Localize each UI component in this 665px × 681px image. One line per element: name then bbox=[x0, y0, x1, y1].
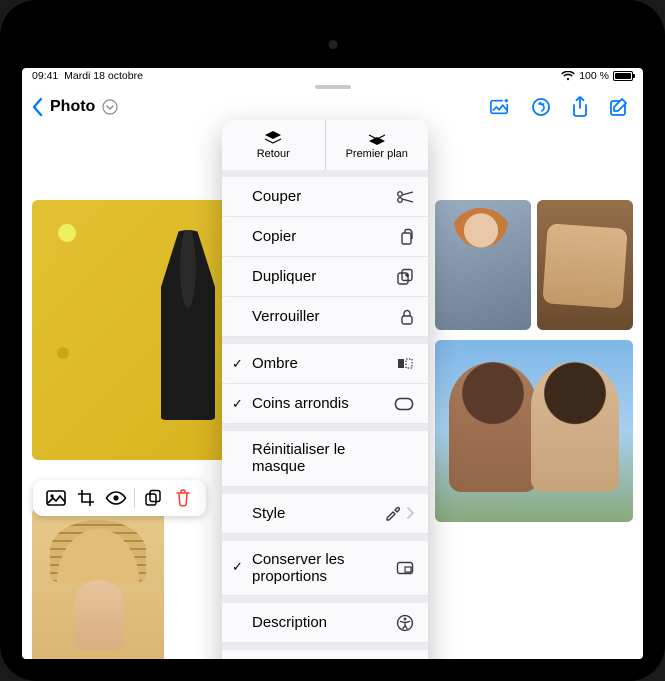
nav-left: Photo bbox=[30, 97, 118, 117]
copy-icon bbox=[144, 489, 162, 507]
photo-straw-hat[interactable] bbox=[32, 508, 164, 659]
menu-duplicate-label: Dupliquer bbox=[252, 268, 316, 285]
photo-two-friends[interactable] bbox=[435, 340, 633, 522]
menu-group-separator bbox=[222, 487, 428, 494]
crop-icon bbox=[77, 489, 95, 507]
menu-shadow[interactable]: ✓ Ombre bbox=[222, 344, 428, 384]
selection-toolbar bbox=[33, 480, 206, 516]
device-camera bbox=[328, 40, 337, 49]
title-dropdown-button[interactable] bbox=[102, 99, 118, 115]
checkmark-icon: ✓ bbox=[232, 396, 243, 412]
undo-button[interactable] bbox=[531, 97, 551, 117]
crop-button[interactable] bbox=[71, 486, 101, 510]
app-screen: 09:41 Mardi 18 octobre 100 % Photo bbox=[22, 68, 643, 659]
shadow-icon bbox=[396, 357, 414, 371]
menu-style-label: Style bbox=[252, 505, 285, 522]
menu-rounded-corners[interactable]: ✓ Coins arrondis bbox=[222, 384, 428, 424]
nav-right bbox=[489, 96, 635, 118]
send-backward-label: Retour bbox=[257, 148, 290, 160]
bring-forward-button[interactable]: Premier plan bbox=[326, 120, 429, 170]
menu-constrain-proportions-label: Conserver les proportions bbox=[252, 551, 372, 586]
status-left: 09:41 Mardi 18 octobre bbox=[32, 70, 143, 82]
photo-yellow-wall[interactable] bbox=[32, 200, 232, 460]
aspect-ratio-icon bbox=[396, 561, 414, 575]
insert-media-button[interactable] bbox=[489, 97, 511, 117]
toolbar-separator bbox=[134, 488, 135, 508]
menu-lock[interactable]: Verrouiller bbox=[222, 297, 428, 337]
menu-cut[interactable]: Couper bbox=[222, 177, 428, 217]
status-time: 09:41 bbox=[32, 70, 58, 82]
status-right: 100 % bbox=[561, 70, 633, 82]
photo-add-icon bbox=[489, 97, 511, 117]
document-canvas[interactable]: Retour Premier plan Couper Copier bbox=[22, 126, 643, 659]
preview-button[interactable] bbox=[101, 486, 131, 510]
accessibility-icon bbox=[396, 614, 414, 632]
status-battery-pct: 100 % bbox=[579, 70, 609, 82]
send-backward-button[interactable]: Retour bbox=[222, 120, 326, 170]
menu-group-separator bbox=[222, 534, 428, 541]
menu-lock-label: Verrouiller bbox=[252, 308, 320, 325]
undo-icon bbox=[531, 97, 551, 117]
menu-rounded-corners-label: Coins arrondis bbox=[252, 395, 349, 412]
layers-back-icon bbox=[263, 130, 283, 146]
menu-cut-label: Couper bbox=[252, 188, 301, 205]
ipad-frame: 09:41 Mardi 18 octobre 100 % Photo bbox=[0, 0, 665, 681]
menu-reset-mask[interactable]: Réinitialiser le masque bbox=[222, 431, 428, 487]
share-icon bbox=[571, 96, 589, 118]
menu-reset-mask-label: Réinitialiser le masque bbox=[252, 441, 382, 476]
status-date: Mardi 18 octobre bbox=[64, 70, 143, 82]
checkmark-icon: ✓ bbox=[232, 356, 243, 372]
doc-on-doc-icon bbox=[398, 228, 414, 246]
menu-group-separator bbox=[222, 337, 428, 344]
menu-group-separator bbox=[222, 596, 428, 603]
menu-duplicate[interactable]: Dupliquer bbox=[222, 257, 428, 297]
wifi-icon bbox=[561, 71, 575, 81]
checkmark-icon: ✓ bbox=[232, 560, 243, 575]
back-button[interactable] bbox=[30, 97, 44, 117]
image-icon bbox=[46, 490, 66, 506]
lock-icon bbox=[400, 308, 414, 326]
arrange-segment: Retour Premier plan bbox=[222, 120, 428, 170]
menu-style[interactable]: Style bbox=[222, 494, 428, 534]
eye-icon bbox=[105, 491, 127, 505]
photo-curly-hair[interactable] bbox=[435, 200, 531, 330]
trash-icon bbox=[175, 489, 191, 507]
copy-style-button[interactable] bbox=[138, 486, 168, 510]
battery-icon bbox=[613, 71, 633, 81]
delete-button[interactable] bbox=[168, 486, 198, 510]
plus-square-on-square-icon bbox=[396, 268, 414, 286]
share-button[interactable] bbox=[571, 96, 589, 118]
scissors-icon bbox=[396, 190, 414, 204]
rounded-rect-icon bbox=[394, 397, 414, 411]
menu-description[interactable]: Description bbox=[222, 603, 428, 643]
context-menu: Retour Premier plan Couper Copier bbox=[222, 120, 428, 659]
menu-copy[interactable]: Copier bbox=[222, 217, 428, 257]
menu-copy-label: Copier bbox=[252, 228, 296, 245]
layers-front-icon bbox=[367, 130, 387, 146]
menu-group-separator bbox=[222, 643, 428, 650]
page-title: Photo bbox=[50, 98, 95, 116]
eyedropper-icon bbox=[384, 505, 400, 521]
chevron-left-icon bbox=[30, 97, 44, 117]
status-bar: 09:41 Mardi 18 octobre 100 % bbox=[22, 68, 643, 84]
compose-button[interactable] bbox=[609, 97, 629, 117]
photo-lying-down[interactable] bbox=[537, 200, 633, 330]
menu-group-separator bbox=[222, 170, 428, 177]
menu-delete[interactable]: Supprimer bbox=[222, 650, 428, 659]
menu-group-separator bbox=[222, 424, 428, 431]
chevron-right-icon bbox=[406, 507, 414, 519]
replace-image-button[interactable] bbox=[41, 486, 71, 510]
menu-constrain-proportions[interactable]: ✓ Conserver les proportions bbox=[222, 541, 428, 597]
chevron-down-circle-icon bbox=[102, 99, 118, 115]
bring-forward-label: Premier plan bbox=[346, 148, 408, 160]
compose-icon bbox=[609, 97, 629, 117]
menu-description-label: Description bbox=[252, 614, 327, 631]
menu-shadow-label: Ombre bbox=[252, 355, 298, 372]
